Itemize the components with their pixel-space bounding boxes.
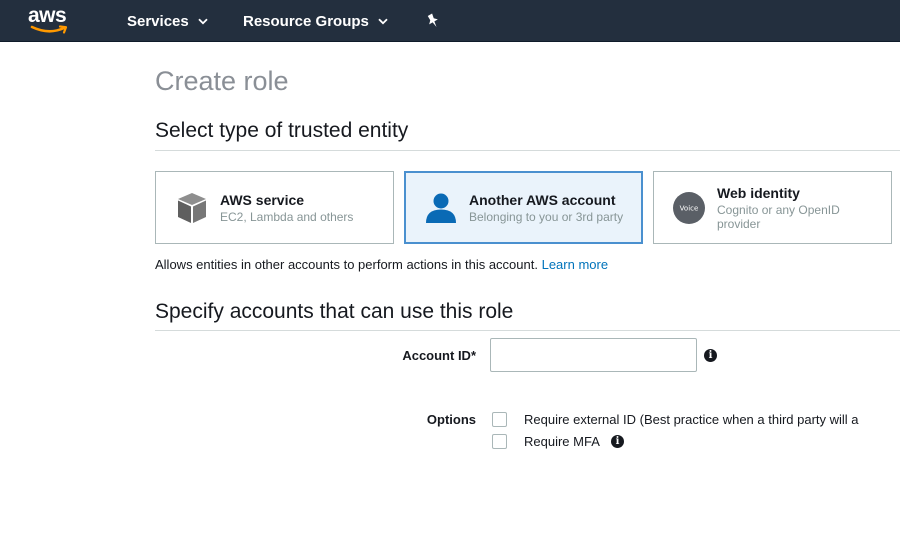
learn-more-link[interactable]: Learn more [542, 257, 608, 272]
info-icon[interactable]: i [611, 435, 624, 448]
chevron-down-icon [378, 18, 388, 25]
info-icon[interactable]: i [704, 349, 717, 362]
section-divider [155, 150, 900, 151]
services-menu-label: Services [127, 12, 189, 30]
services-menu[interactable]: Services [127, 0, 208, 42]
account-id-input[interactable] [490, 338, 697, 372]
account-id-label: Account ID* [402, 348, 476, 363]
require-external-id-label[interactable]: Require external ID (Best practice when … [524, 412, 859, 428]
entity-description: Allows entities in other accounts to per… [155, 257, 608, 273]
card-title: Another AWS account [469, 191, 616, 208]
trusted-entity-heading: Select type of trusted entity [155, 119, 409, 142]
entity-card-web-identity[interactable]: Voice Web identity Cognito or any OpenID… [653, 171, 892, 244]
require-mfa-label[interactable]: Require MFA [524, 434, 600, 450]
card-text: Web identity Cognito or any OpenID provi… [717, 185, 857, 231]
web-identity-icon: Voice [671, 190, 707, 226]
chevron-down-icon [198, 18, 208, 25]
web-identity-badge-text: Voice [680, 204, 699, 212]
card-text: AWS service EC2, Lambda and others [220, 192, 353, 224]
aws-smile-icon [30, 25, 68, 34]
card-subtitle: Cognito or any OpenID provider [717, 202, 840, 231]
section-divider [155, 330, 900, 331]
entity-description-text: Allows entities in other accounts to per… [155, 257, 538, 272]
require-external-id-checkbox[interactable] [492, 412, 507, 427]
top-navigation-bar: aws Services Resource Groups [0, 0, 900, 42]
user-icon [423, 190, 459, 226]
require-mfa-checkbox[interactable] [492, 434, 507, 449]
card-title: Web identity [717, 184, 800, 201]
resource-groups-menu[interactable]: Resource Groups [243, 0, 388, 42]
card-subtitle: EC2, Lambda and others [220, 209, 354, 224]
page-title: Create role [155, 66, 289, 96]
pin-icon[interactable] [424, 12, 442, 30]
options-label: Options [426, 412, 476, 427]
cube-icon [174, 190, 210, 226]
card-subtitle: Belonging to you or 3rd party [469, 209, 624, 224]
entity-card-another-aws-account[interactable]: Another AWS account Belonging to you or … [404, 171, 643, 244]
resource-groups-menu-label: Resource Groups [243, 12, 369, 30]
entity-card-aws-service[interactable]: AWS service EC2, Lambda and others [155, 171, 394, 244]
card-text: Another AWS account Belonging to you or … [469, 192, 623, 224]
card-title: AWS service [220, 191, 305, 208]
specify-accounts-heading: Specify accounts that can use this role [155, 300, 514, 323]
aws-logo[interactable]: aws [28, 4, 74, 38]
